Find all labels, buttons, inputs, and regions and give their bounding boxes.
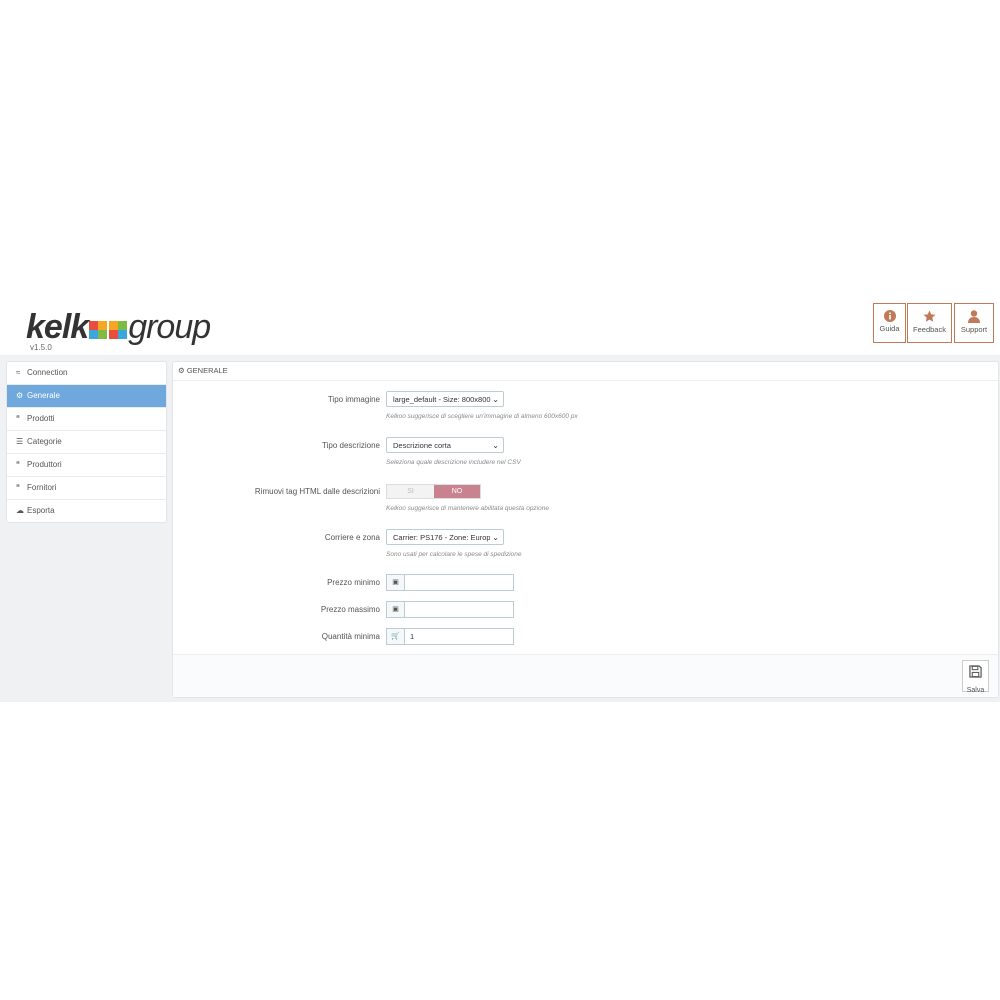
strip-html-label: Rimuovi tag HTML dalle descrizioni [254, 487, 380, 496]
carrier-select[interactable]: Carrier: PS176 - Zone: Europe ⌄ [386, 529, 504, 545]
sidebar-item-esporta[interactable]: ☁ Esporta [7, 500, 166, 522]
min-qty-input[interactable]: 🛒 1 [386, 628, 514, 645]
description-type-select[interactable]: Descrizione corta ⌄ [386, 437, 504, 453]
chevron-down-icon: ⌄ [492, 395, 499, 404]
money-icon: ▣ [387, 575, 405, 590]
app-window: kelk group v1.5.0 Guida Feedback Support … [0, 302, 1000, 702]
quote-icon: “ [16, 414, 20, 423]
carrier-label: Corriere e zona [324, 533, 380, 542]
panel-title: GENERALE [186, 366, 228, 375]
header-bar: kelk group v1.5.0 Guida Feedback Support [0, 302, 1000, 355]
generale-panel: ⚙ GENERALE Tipo immagine large_default -… [172, 361, 999, 698]
save-icon [969, 665, 982, 678]
min-price-input[interactable]: ▣ [386, 574, 514, 591]
feedback-button[interactable]: Feedback [907, 303, 952, 343]
min-qty-label: Quantità minima [321, 632, 380, 641]
wifi-icon: ≈ [16, 368, 21, 377]
wrench-icon: ⚙ [16, 391, 24, 400]
sidebar-nav: ≈ Connection ⚙ Generale “Prodotti ☰ Categor… [6, 361, 167, 523]
carrier-help: Sono usati per calcolare le spese di spe… [386, 551, 522, 558]
sidebar-item-produttori[interactable]: “Produttori [7, 454, 166, 477]
sidebar-item-fornitori[interactable]: “Fornitori [7, 477, 166, 500]
min-price-label: Prezzo minimo [327, 578, 380, 587]
star-icon [923, 310, 936, 322]
cloud-download-icon: ☁ [16, 506, 24, 515]
money-icon: ▣ [387, 602, 405, 617]
strip-html-toggle[interactable]: SI NO [386, 484, 481, 499]
list-icon: ☰ [16, 437, 24, 446]
panel-heading: ⚙ GENERALE [173, 362, 998, 381]
quote-icon: “ [16, 460, 20, 469]
info-icon [883, 310, 896, 322]
image-type-select[interactable]: large_default - Size: 800x800 ⌄ [386, 391, 504, 407]
cogs-icon: ⚙ [178, 366, 185, 375]
toggle-yes[interactable]: SI [387, 485, 434, 498]
sidebar-item-categorie[interactable]: ☰ Categorie [7, 431, 166, 454]
quote-icon: “ [16, 483, 20, 492]
max-price-input[interactable]: ▣ [386, 601, 514, 618]
logo-mark [89, 321, 108, 339]
description-type-help: Seleziona quale descrizione includere ne… [386, 459, 521, 466]
chevron-down-icon: ⌄ [492, 441, 499, 450]
save-button[interactable]: Salva [962, 660, 989, 694]
strip-html-help: Kelkoo suggerisce di mantenere abilitata… [386, 505, 549, 512]
sidebar-item-prodotti[interactable]: “Prodotti [7, 408, 166, 431]
cart-icon: 🛒 [387, 629, 405, 644]
sidebar-item-connection[interactable]: ≈ Connection [7, 362, 166, 385]
sidebar-item-generale[interactable]: ⚙ Generale [7, 385, 166, 408]
guida-button[interactable]: Guida [873, 303, 906, 343]
chevron-down-icon: ⌄ [490, 530, 499, 544]
toggle-no[interactable]: NO [434, 485, 480, 498]
image-type-label: Tipo immagine [327, 395, 380, 404]
panel-footer: Salva [173, 654, 998, 697]
max-price-label: Prezzo massimo [320, 605, 380, 614]
support-button[interactable]: Support [954, 303, 994, 343]
logo-mark-2 [109, 321, 128, 339]
user-icon [968, 310, 980, 323]
kelkoo-logo: kelk group [26, 308, 211, 346]
version-label: v1.5.0 [30, 343, 52, 352]
description-type-label: Tipo descrizione [322, 441, 380, 450]
image-type-help: Kelkoo suggerisce di scegliere un'immagi… [386, 413, 578, 420]
